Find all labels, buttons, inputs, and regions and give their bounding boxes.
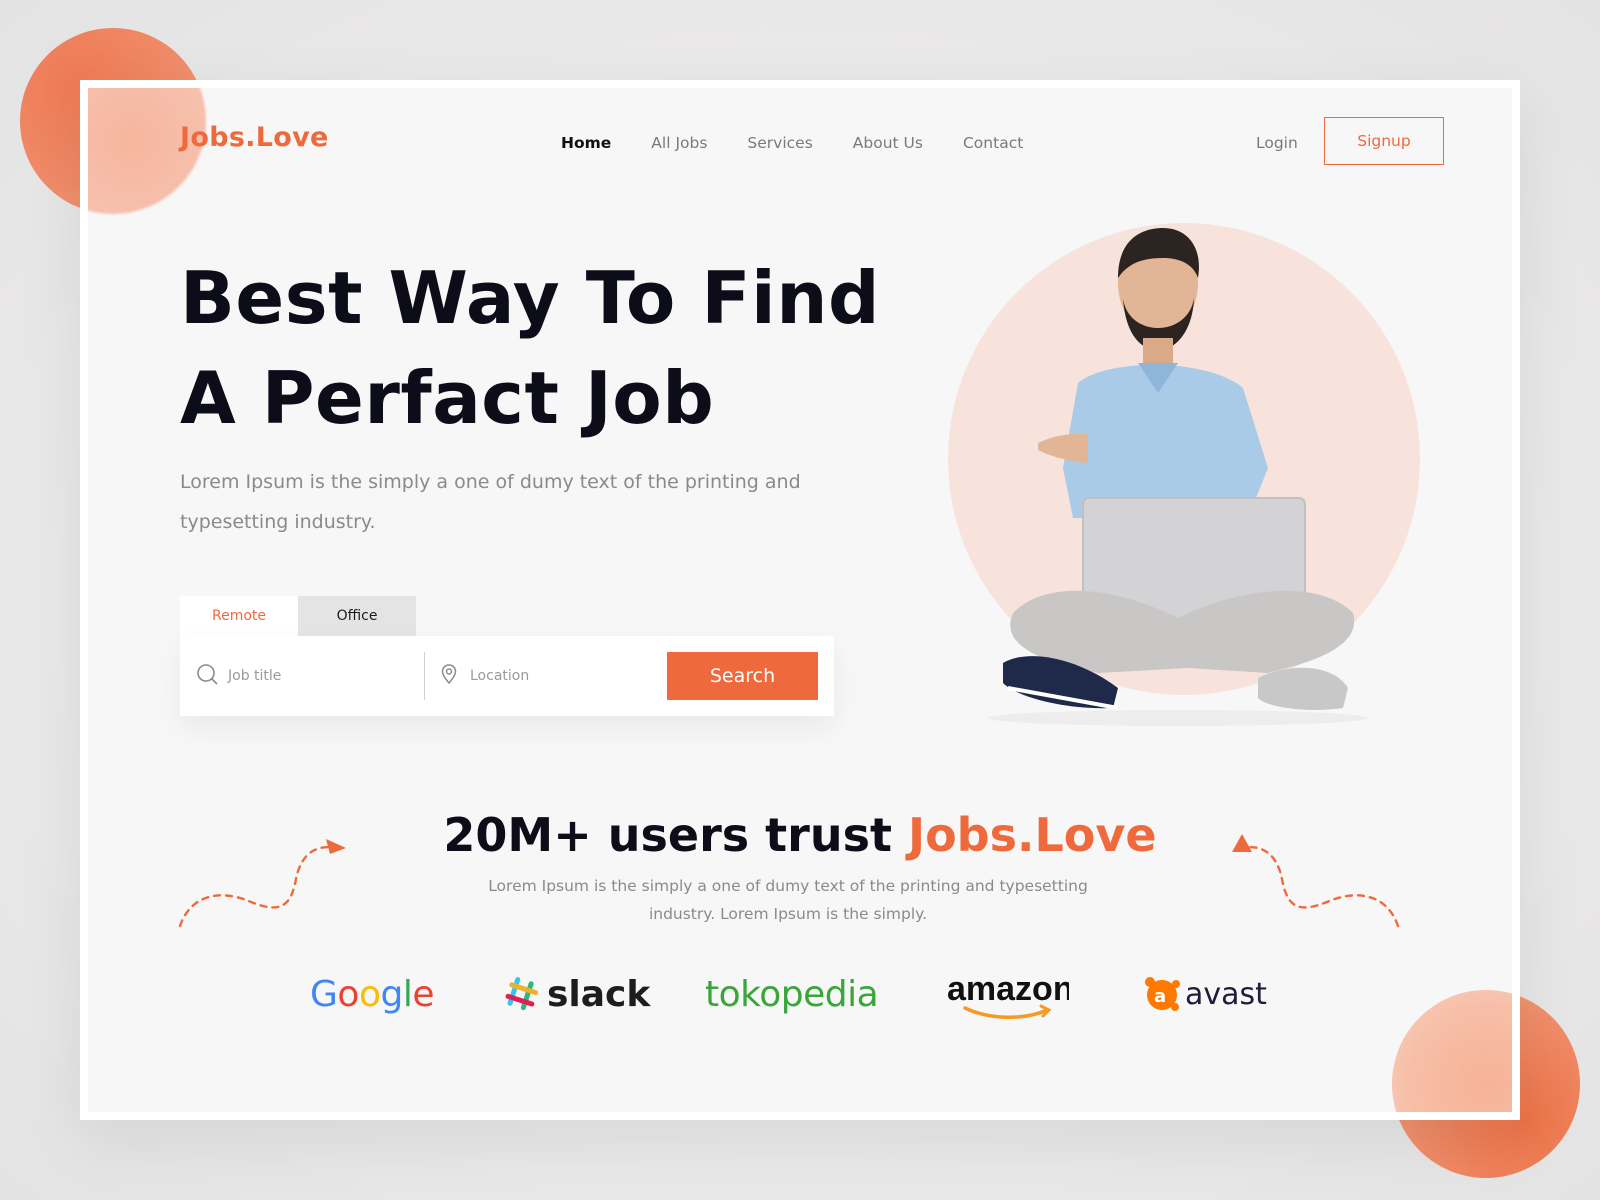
location-pin-icon: [438, 663, 470, 689]
nav-item-contact[interactable]: Contact: [963, 134, 1023, 152]
nav-item-services[interactable]: Services: [747, 134, 812, 152]
partner-logos: Google slack tokopedia amazon a avast: [88, 964, 1512, 1024]
trust-subtitle: Lorem Ipsum is the simply a one of dumy …: [488, 877, 1088, 923]
svg-text:amazon: amazon: [947, 970, 1069, 1008]
job-title-placeholder: Job title: [228, 668, 282, 684]
hero-title-line-1: Best Way To Find: [180, 256, 881, 340]
search-tabs: Remote Office: [180, 596, 416, 636]
nav-item-all-jobs[interactable]: All Jobs: [651, 134, 707, 152]
signup-button[interactable]: Signup: [1324, 117, 1444, 165]
login-link[interactable]: Login: [1256, 134, 1298, 152]
landing-page: Jobs.Love Home All Jobs Services About U…: [88, 88, 1512, 1112]
person-with-laptop-image: [988, 228, 1368, 726]
squiggle-arrow-left-icon: [178, 839, 346, 928]
job-title-field[interactable]: Job title: [196, 636, 416, 716]
slack-hash-icon: [505, 976, 539, 1011]
nav-item-about-us[interactable]: About Us: [853, 134, 923, 152]
location-field[interactable]: Location: [438, 636, 638, 716]
page-frame: Jobs.Love Home All Jobs Services About U…: [80, 80, 1520, 1120]
trust-title-prefix: 20M+ users trust: [443, 808, 908, 862]
hero-title-line-2: A Perfact Job: [180, 356, 715, 440]
search-icon: [196, 663, 228, 689]
trust-title-brand: Jobs.Love: [907, 808, 1157, 862]
brand-logo[interactable]: Jobs.Love: [180, 122, 329, 153]
hero-title: Best Way To Find A Perfact Job: [180, 248, 880, 448]
slack-logo: slack: [503, 964, 650, 1024]
svg-text:a: a: [1154, 986, 1166, 1007]
avast-wordmark: avast: [1185, 976, 1267, 1012]
avast-emblem-icon: a: [1145, 977, 1180, 1011]
tokopedia-logo: tokopedia: [705, 973, 879, 1015]
location-placeholder: Location: [470, 668, 530, 684]
search-bar: Job title Location Search: [180, 636, 834, 716]
main-nav: Home All Jobs Services About Us Contact: [561, 134, 1063, 152]
search-button[interactable]: Search: [667, 652, 818, 700]
avast-logo: a avast: [1143, 964, 1267, 1024]
tab-remote[interactable]: Remote: [180, 596, 298, 636]
nav-item-home[interactable]: Home: [561, 134, 611, 152]
hero-subtitle: Lorem Ipsum is the simply a one of dumy …: [180, 471, 801, 533]
amazon-logo: amazon: [945, 964, 1069, 1024]
squiggle-arrow-right-icon: [1232, 834, 1400, 928]
field-divider: [424, 652, 425, 700]
google-logo: Google: [310, 973, 434, 1015]
slack-wordmark: slack: [547, 973, 651, 1015]
tab-office[interactable]: Office: [298, 596, 416, 636]
